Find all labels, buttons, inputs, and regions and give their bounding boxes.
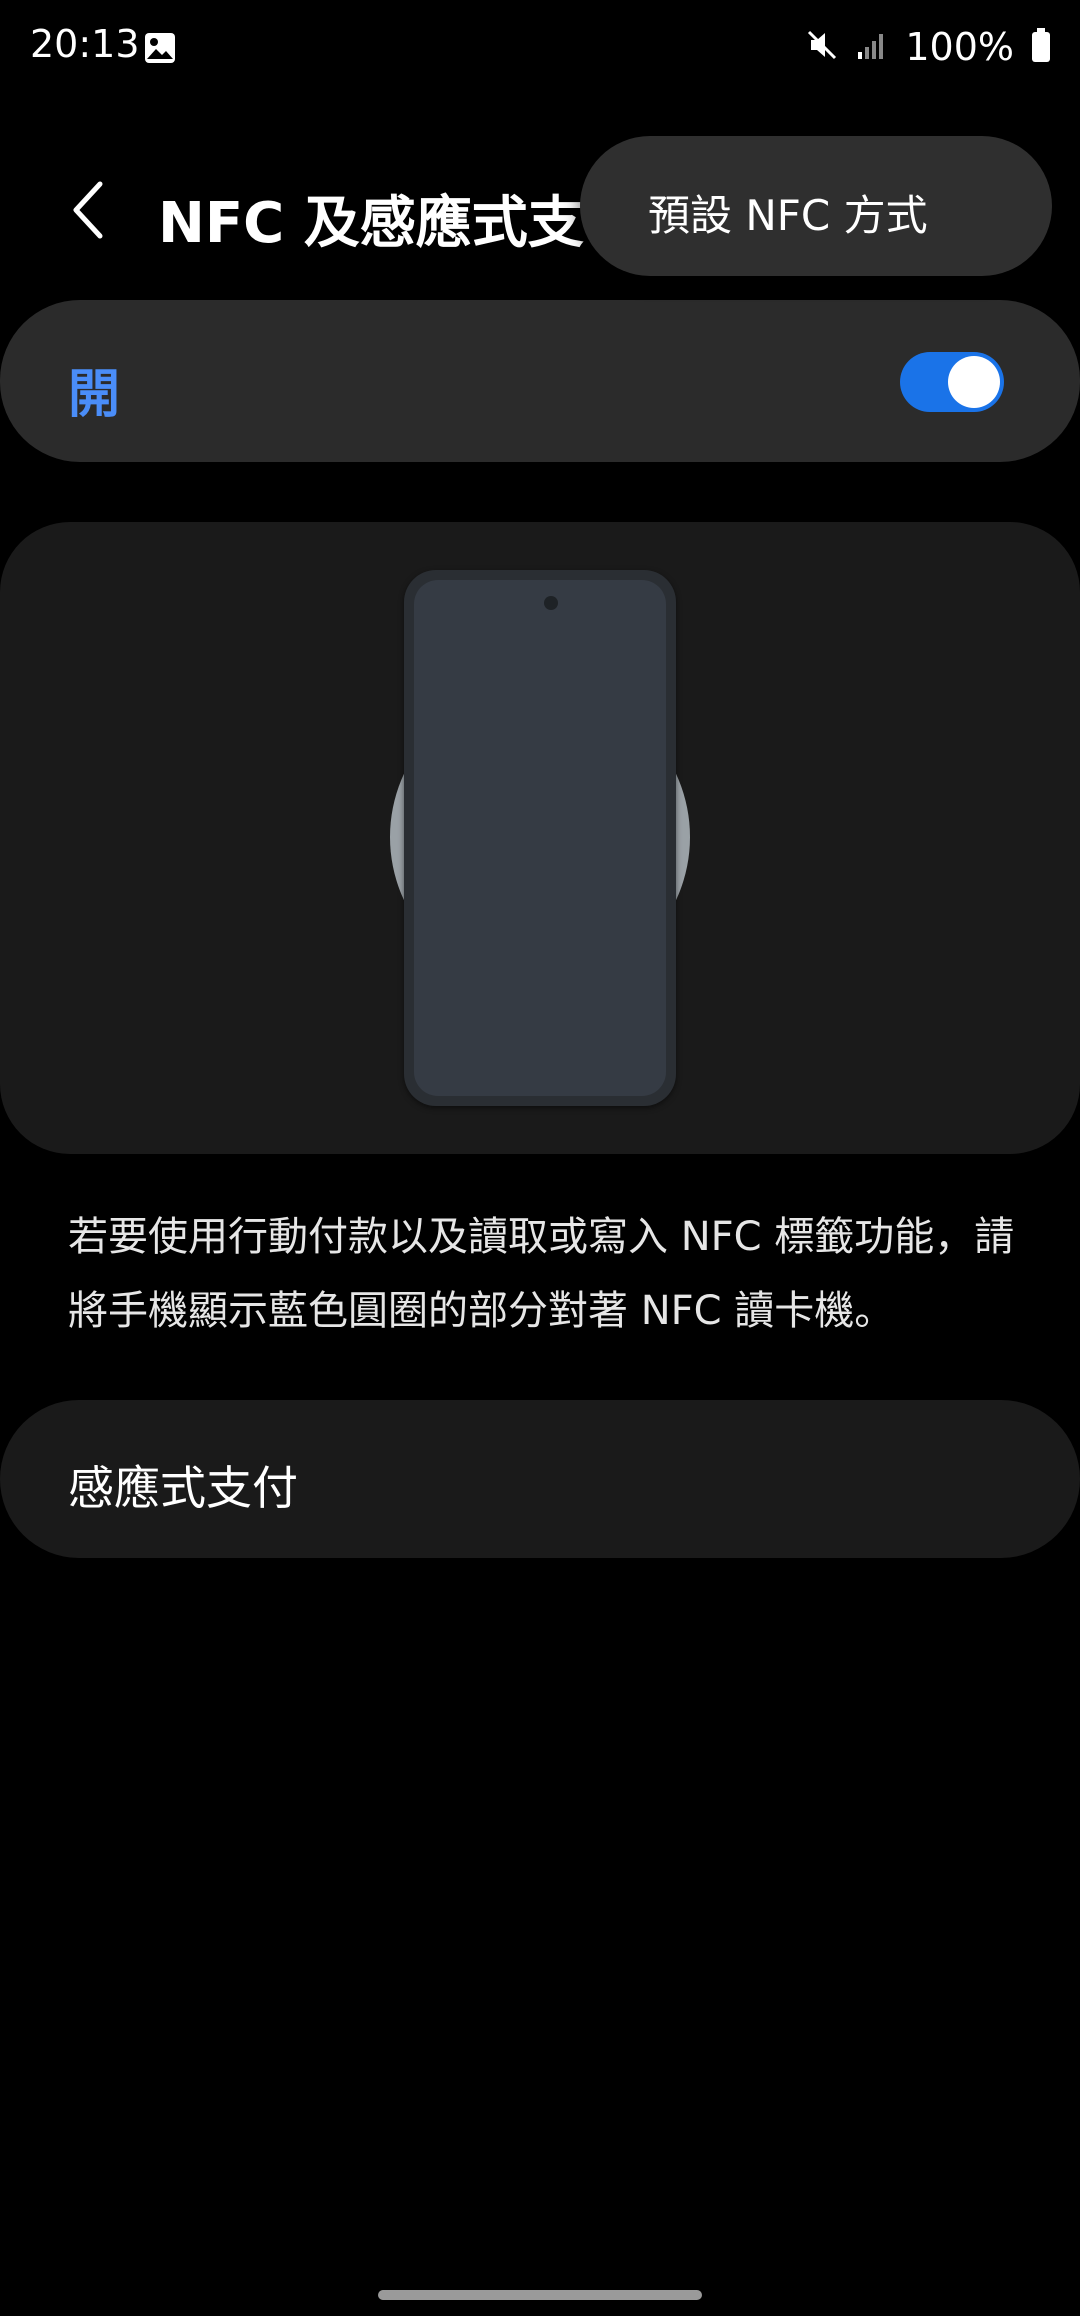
overflow-popup-menu: 預設 NFC 方式	[580, 136, 1052, 276]
phone-illustration	[404, 570, 676, 1106]
mute-icon	[805, 28, 839, 66]
battery-percent: 100%	[905, 25, 1014, 69]
phone-camera	[544, 596, 558, 610]
gesture-navigation-bar[interactable]	[378, 2290, 702, 2300]
status-icons: 100%	[805, 22, 1052, 72]
tap-and-pay-row[interactable]: 感應式支付	[0, 1400, 1080, 1558]
chevron-left-icon	[73, 181, 103, 239]
master-switch-label: 開	[68, 365, 121, 425]
signal-icon	[855, 28, 889, 66]
tap-and-pay-label: 感應式支付	[68, 1461, 298, 1515]
back-button[interactable]	[58, 172, 118, 248]
status-time: 20:13	[30, 22, 140, 66]
menu-item-default-nfc-method[interactable]: 預設 NFC 方式	[648, 182, 928, 243]
page-title: NFC 及感應式支付	[158, 191, 588, 256]
gallery-icon	[144, 32, 176, 64]
status-bar: 20:13 100%	[0, 0, 1080, 100]
master-switch-row[interactable]: 開	[0, 300, 1080, 462]
nfc-description: 若要使用行動付款以及讀取或寫入 NFC 標籤功能，請將手機顯示藍色圓圈的部分對著…	[68, 1214, 1015, 1334]
master-toggle-switch[interactable]	[900, 352, 1004, 412]
phone-screen	[414, 580, 666, 1096]
toggle-knob	[948, 356, 1000, 408]
battery-icon	[1030, 27, 1052, 67]
